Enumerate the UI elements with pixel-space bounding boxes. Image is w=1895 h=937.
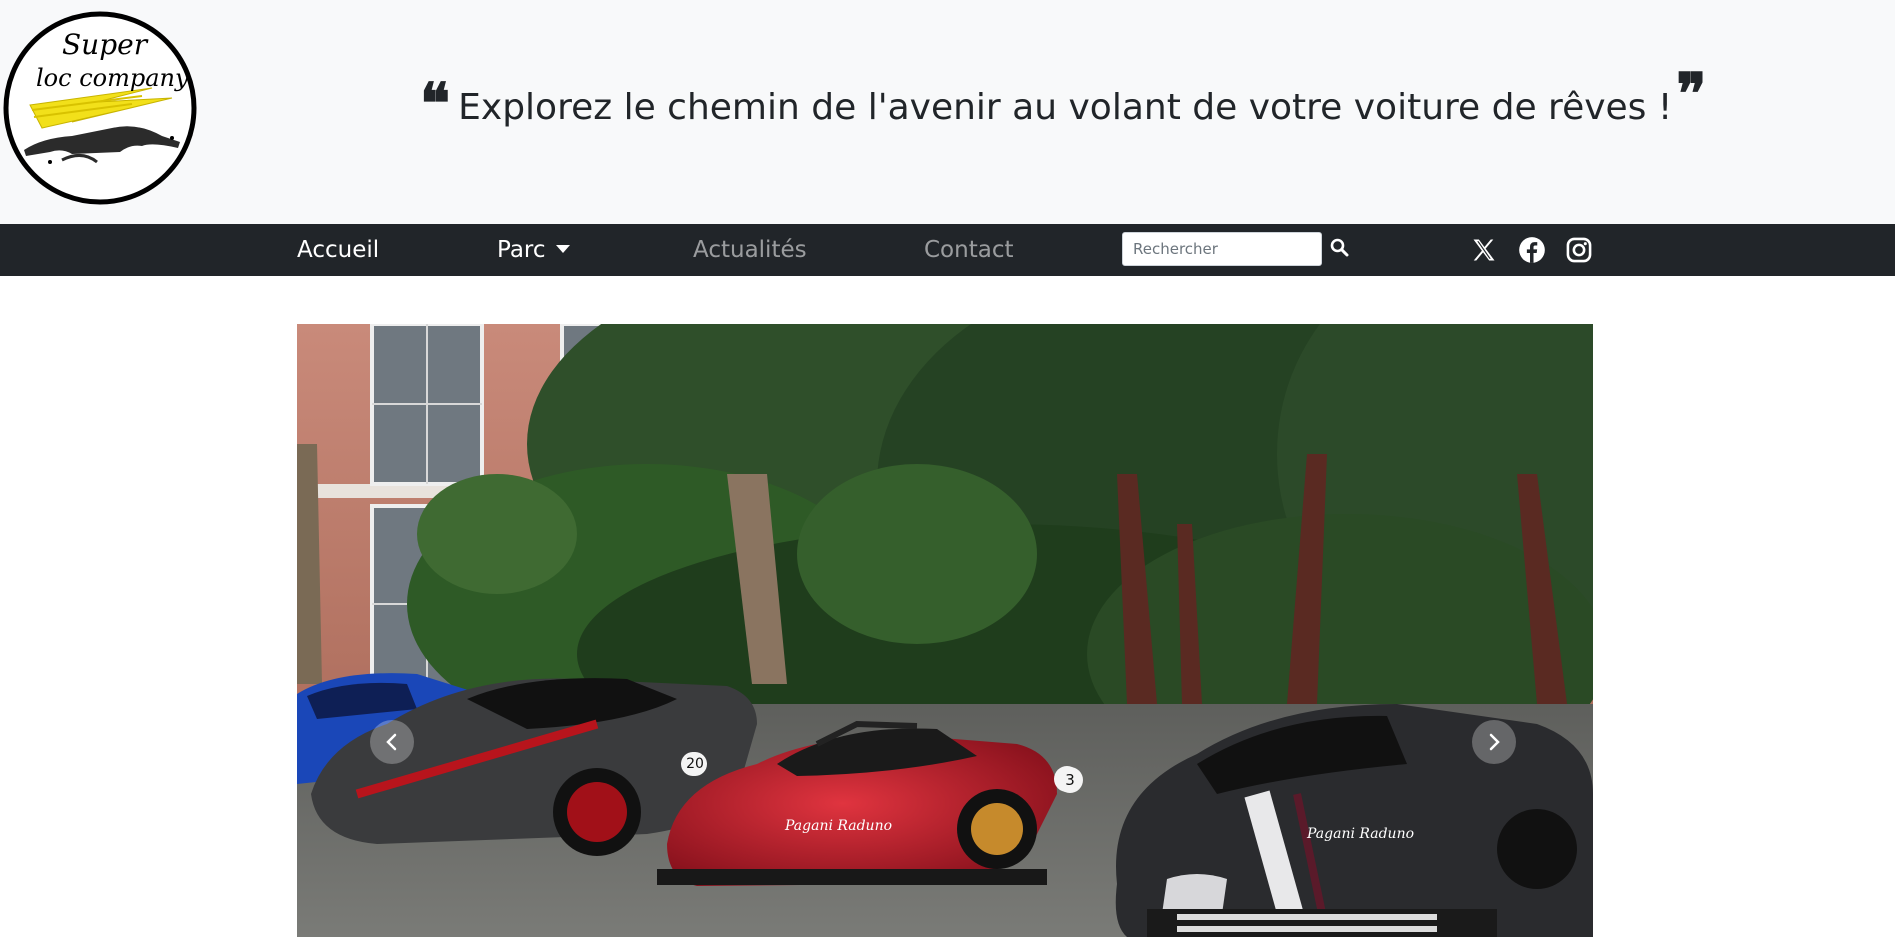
carousel-image [297, 324, 1593, 937]
car-plate-1: 20 [683, 752, 707, 776]
company-logo[interactable]: Super loc company [2, 10, 198, 206]
car-plate-2: 3 [1057, 767, 1083, 793]
x-icon[interactable] [1470, 236, 1498, 264]
next-arrow-icon [1489, 733, 1500, 751]
facebook-icon[interactable] [1518, 236, 1546, 264]
chevron-down-icon [555, 244, 570, 253]
search-input[interactable] [1122, 232, 1322, 266]
tagline-text: Explorez le chemin de l'avenir au volant… [458, 87, 1673, 128]
nav-item-contact[interactable]: Contact [924, 224, 1013, 276]
site-header: Super loc company ❝ Explorez le chemin d… [0, 0, 1895, 224]
car-branding-red: Pagani Raduno [785, 818, 893, 834]
nav-item-actualites[interactable]: Actualités [693, 224, 807, 276]
logo-line2: loc company [36, 64, 189, 92]
prev-arrow-icon [386, 733, 397, 751]
tagline: ❝ Explorez le chemin de l'avenir au vola… [420, 66, 1706, 137]
car-branding-silver: Pagani Raduno [1307, 826, 1415, 842]
hero-carousel[interactable]: 20 3 Pagani Raduno Pagani Raduno [297, 324, 1593, 937]
nav-item-parc[interactable]: Parc [497, 224, 570, 276]
nav-item-accueil[interactable]: Accueil [297, 224, 379, 276]
quote-close-icon: ❞ [1676, 61, 1707, 127]
main-navbar: Accueil Parc Actualités Contact [0, 224, 1895, 276]
carousel-prev-button[interactable] [370, 720, 414, 764]
nav-item-parc-label: Parc [497, 237, 546, 263]
search-icon[interactable] [1328, 236, 1352, 260]
quote-open-icon: ❝ [420, 71, 451, 137]
logo-line1: Super [62, 28, 149, 61]
instagram-icon[interactable] [1565, 236, 1593, 264]
carousel-next-button[interactable] [1472, 720, 1516, 764]
